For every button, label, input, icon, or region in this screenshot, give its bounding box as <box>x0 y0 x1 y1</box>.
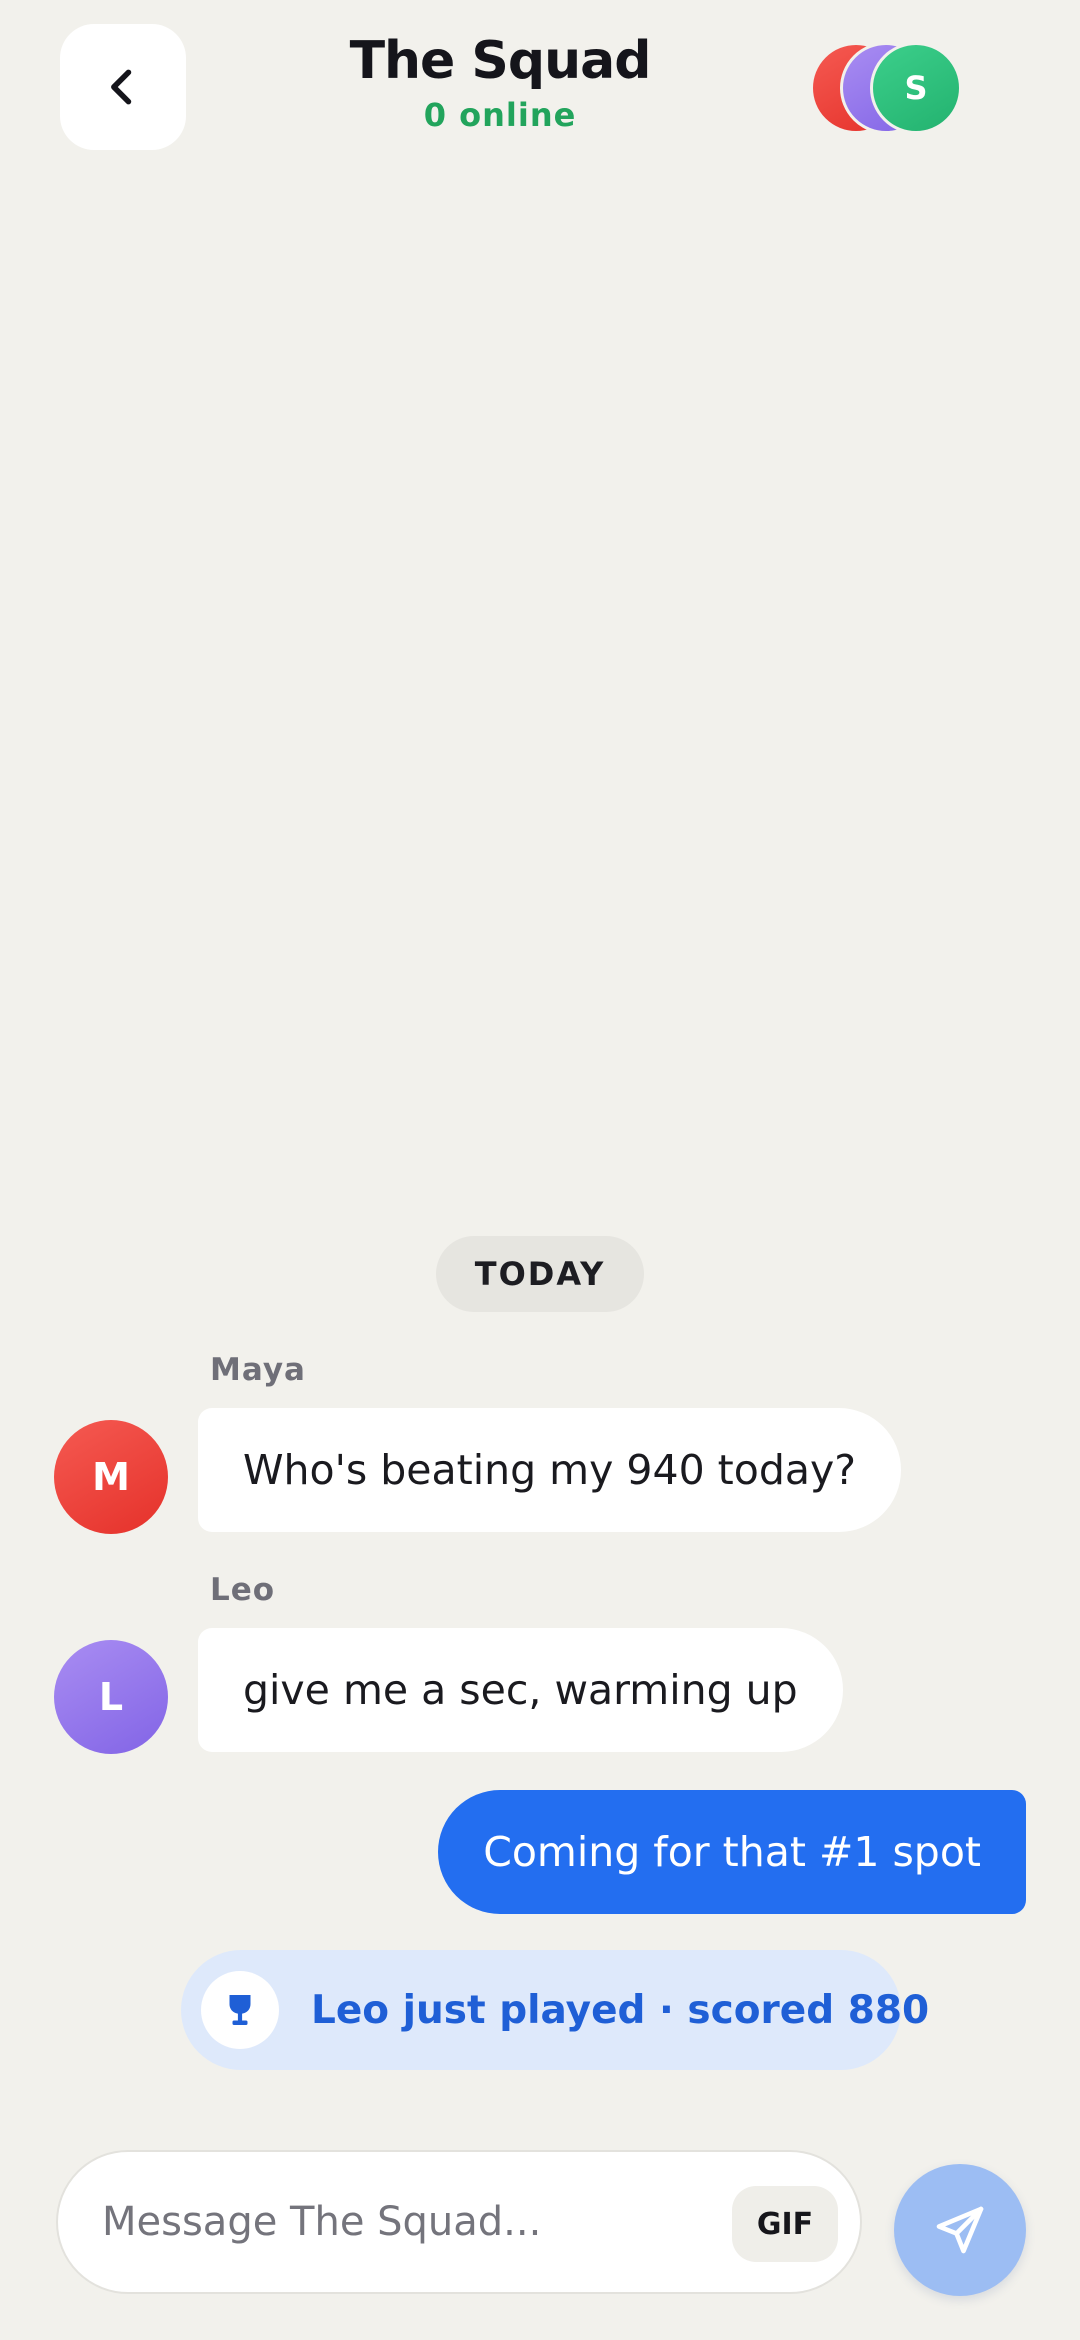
avatar-initial: M <box>92 1455 130 1499</box>
message-text: give me a sec, warming up <box>243 1666 798 1714</box>
sender-name: Leo <box>210 1572 276 1608</box>
game-event-notice[interactable]: Leo just played · scored 880 <box>181 1950 929 2070</box>
member-avatars[interactable]: S <box>810 42 970 134</box>
group-title-block[interactable]: The Squad 0 online <box>290 30 710 134</box>
back-button[interactable] <box>60 24 186 150</box>
gif-button[interactable]: GIF <box>732 2186 838 2262</box>
group-title: The Squad <box>349 31 652 91</box>
message-text: Coming for that #1 spot <box>483 1828 981 1876</box>
outgoing-message-bubble[interactable]: Coming for that #1 spot <box>438 1790 1026 1914</box>
message-bubble[interactable]: give me a sec, warming up <box>198 1628 843 1752</box>
send-button[interactable] <box>894 2164 1026 2296</box>
message-input[interactable] <box>102 2152 762 2292</box>
date-separator: TODAY <box>436 1236 644 1312</box>
avatar[interactable]: L <box>54 1640 168 1754</box>
game-event-text: Leo just played · scored 880 <box>311 1987 930 2033</box>
sender-name: Maya <box>210 1352 306 1388</box>
send-icon <box>936 2206 984 2254</box>
chat-header: The Squad 0 online S <box>0 0 1080 170</box>
message-composer: GIF <box>56 2150 862 2294</box>
message-bubble[interactable]: Who's beating my 940 today? <box>198 1408 902 1532</box>
avatar-initial: L <box>98 1675 124 1719</box>
member-avatar-initial: S <box>904 69 928 107</box>
trophy-icon <box>201 1971 279 2049</box>
member-avatar: S <box>870 42 962 134</box>
avatar[interactable]: M <box>54 1420 168 1534</box>
online-status: 0 online <box>423 96 577 135</box>
chevron-left-icon <box>111 69 132 105</box>
message-text: Who's beating my 940 today? <box>243 1446 857 1494</box>
